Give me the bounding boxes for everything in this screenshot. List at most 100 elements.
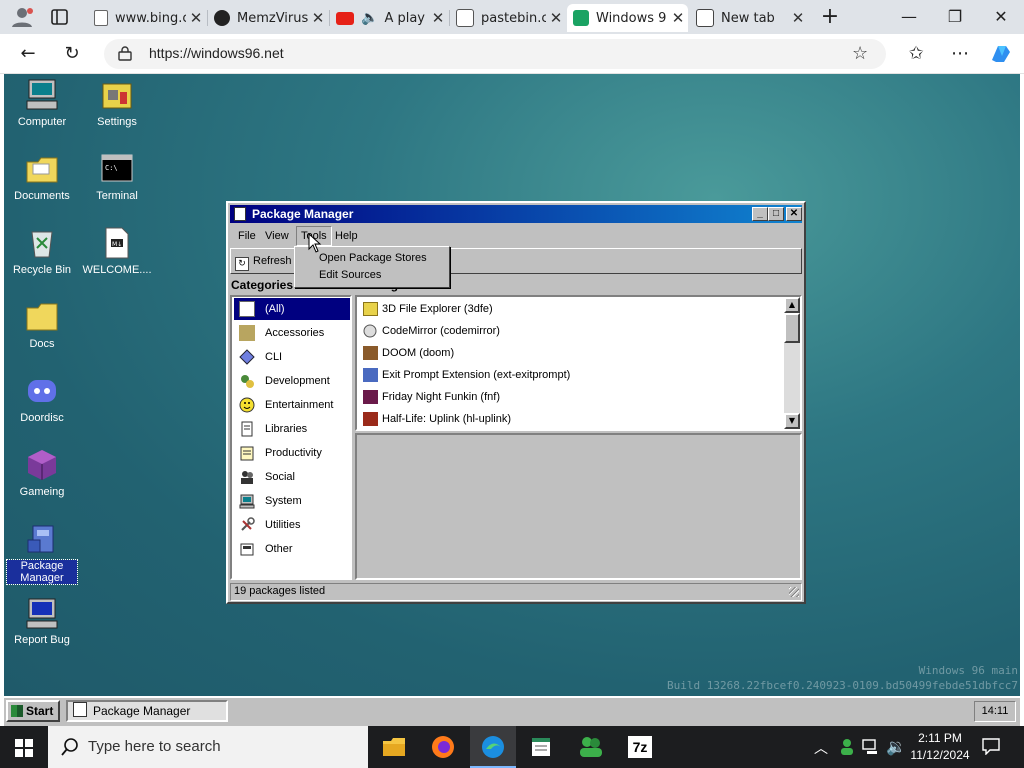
mouse-cursor-icon [308,232,322,253]
page-icon [94,10,108,26]
close-window-icon[interactable]: ✕ [978,0,1024,34]
icon-label: Report Bug [14,634,70,646]
notepad-icon[interactable] [530,736,552,758]
windows-start-icon[interactable] [15,739,33,757]
desktop-icon-settings[interactable]: Settings [79,78,155,128]
profile-icon[interactable] [8,5,36,29]
category-development[interactable]: Development [234,370,350,392]
menu-item-open-package-stores[interactable]: Open Package Stores [319,250,427,267]
close-button[interactable]: ✕ [786,207,802,221]
package-label: Half-Life: Uplink (hl-uplink) [382,413,511,425]
tab-windows96[interactable]: Windows 9 ✕ [567,4,688,32]
network-people-icon[interactable] [838,738,856,756]
scroll-thumb[interactable] [784,313,800,343]
resize-grip-icon[interactable] [789,587,799,597]
close-icon[interactable]: ✕ [308,9,328,27]
notifications-icon[interactable] [982,738,1000,756]
window-titlebar[interactable]: Package Manager _ □ ✕ [230,205,802,223]
scroll-up-button[interactable]: ▲ [784,297,800,313]
category-libraries[interactable]: Libraries [234,418,350,440]
package-row[interactable]: Friday Night Funkin (fnf) [359,386,779,408]
back-icon[interactable]: ← [14,40,42,68]
desktop-icon-computer[interactable]: Computer [4,78,80,128]
lock-icon[interactable] [118,45,132,61]
tab-github[interactable]: MemzVirus ✕ [208,4,328,32]
start-logo-icon [11,705,23,717]
packages-list[interactable]: 3D File Explorer (3dfe) CodeMirror (code… [355,295,802,431]
package-row[interactable]: Exit Prompt Extension (ext-exitprompt) [359,364,779,386]
package-row[interactable]: Half-Life: Uplink (hl-uplink) [359,408,779,430]
start-button[interactable]: Start [6,700,60,722]
url-text[interactable]: https://windows96.net [149,45,284,61]
scrollbar[interactable]: ▲ ▼ [784,297,800,429]
scroll-down-button[interactable]: ▼ [784,413,800,429]
package-row[interactable]: 3D File Explorer (3dfe) [359,298,779,320]
restore-icon[interactable]: ❐ [932,0,978,34]
users-app-icon[interactable] [578,735,604,759]
menu-file[interactable]: File [234,227,260,245]
close-icon[interactable]: ✕ [668,9,688,27]
tab-bing[interactable]: www.bing.c ✕ [88,4,206,32]
desktop-icon-recycle-bin[interactable]: Recycle Bin [4,226,80,276]
settings-icon [100,78,134,112]
refresh-button[interactable]: ↻ Refresh [235,251,292,271]
category-system[interactable]: System [234,490,350,512]
firefox-icon[interactable] [431,735,455,759]
tab-new-tab[interactable]: New tab ✕ [690,4,808,32]
minimize-button[interactable]: _ [752,207,768,221]
desktop-icon-doordisc[interactable]: Doordisc [4,374,80,424]
desktop-icon-terminal[interactable]: C:\ Terminal [79,152,155,202]
edge-icon[interactable] [470,726,516,768]
terminal-icon: C:\ [100,152,134,186]
close-icon[interactable]: ✕ [428,9,448,27]
package-row[interactable]: CodeMirror (codemirror) [359,320,779,342]
category-cli[interactable]: CLI [234,346,350,368]
category-entertainment[interactable]: Entertainment [234,394,350,416]
speaker-icon[interactable]: 🔈 [361,10,378,26]
category-productivity[interactable]: Productivity [234,442,350,464]
desktop-icon-welcome[interactable]: M↓ WELCOME.... [79,226,155,276]
menu-view[interactable]: View [261,227,293,245]
menu-help[interactable]: Help [331,227,362,245]
desktop-icon-report-bug[interactable]: Report Bug [4,596,80,646]
7zip-icon[interactable]: 7z [628,736,652,758]
volume-icon[interactable]: 🔉 [886,737,906,756]
categories-list[interactable]: (All) Accessories CLI Development Entert… [230,295,352,580]
favorites-icon[interactable]: ✩ [902,40,930,68]
address-bar[interactable]: https://windows96.net ☆ [104,39,886,69]
category-utilities[interactable]: Utilities [234,514,350,536]
tab-youtube[interactable]: 🔈 A play ✕ [330,4,448,32]
taskbar-button-package-manager[interactable]: Package Manager [66,700,228,722]
category-other[interactable]: Other [234,538,350,560]
package-row[interactable]: DOOM (doom) [359,342,779,364]
category-accessories[interactable]: Accessories [234,322,350,344]
desktop-icon-package-manager[interactable]: Package Manager [4,522,80,585]
menu-item-edit-sources[interactable]: Edit Sources [319,267,381,284]
new-tab-button[interactable]: + [816,4,844,30]
desktop-icon-gameing[interactable]: Gameing [4,448,80,498]
desktop-icon-documents[interactable]: Documents [4,152,80,202]
minimize-icon[interactable]: — [886,0,932,34]
status-bar: 19 packages listed [230,583,802,601]
close-icon[interactable]: ✕ [788,9,808,27]
close-icon[interactable]: ✕ [546,9,566,27]
refresh-icon[interactable]: ↻ [58,40,86,68]
package-manager-icon [234,207,246,221]
close-icon[interactable]: ✕ [186,9,206,27]
tab-actions-icon[interactable] [50,8,70,26]
favorite-star-icon[interactable]: ☆ [852,43,868,64]
icon-label: Documents [14,190,70,202]
network-icon[interactable] [862,739,880,755]
maximize-button[interactable]: □ [768,207,784,221]
tab-pastebin[interactable]: pastebin.co ✕ [450,4,566,32]
copilot-icon[interactable] [988,42,1014,66]
category-social[interactable]: Social [234,466,350,488]
show-hidden-icons[interactable]: ︿ [814,738,828,758]
svg-text:M↓: M↓ [112,241,122,248]
taskbar-search-box[interactable]: Type here to search [48,726,368,768]
more-options-icon[interactable]: ⋯ [946,40,974,68]
desktop-icon-docs[interactable]: Docs [4,300,80,350]
taskbar-clock[interactable]: 2:11 PM 11/12/2024 [906,730,974,764]
file-explorer-icon[interactable] [382,736,406,758]
category-all[interactable]: (All) [234,298,350,320]
